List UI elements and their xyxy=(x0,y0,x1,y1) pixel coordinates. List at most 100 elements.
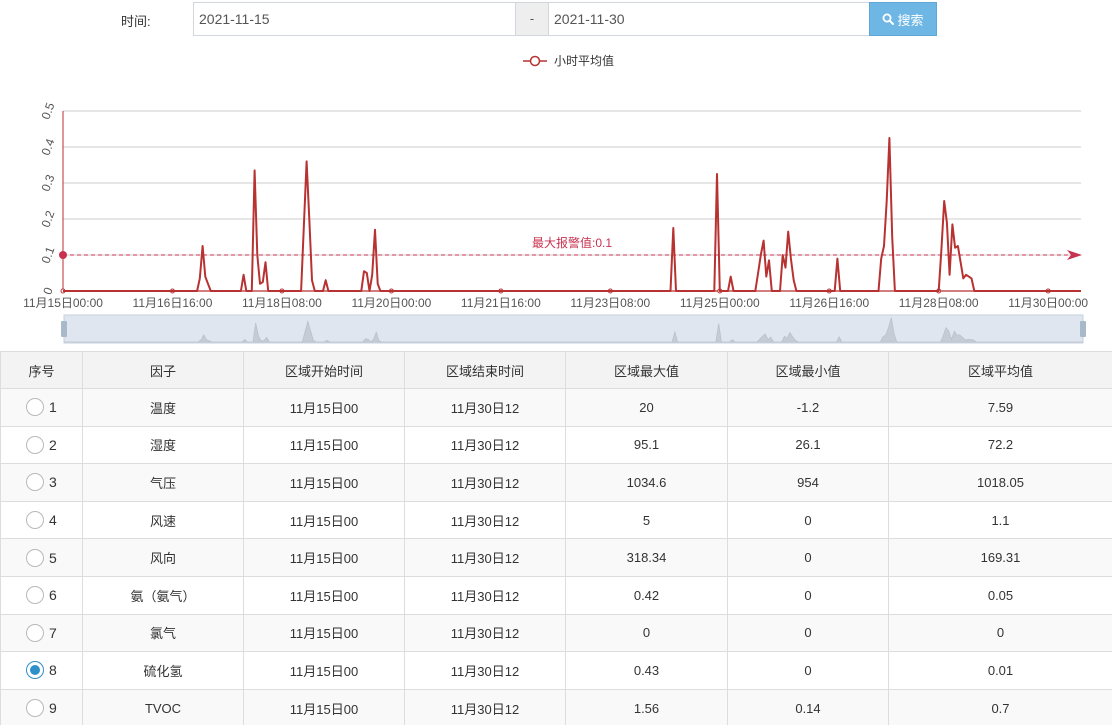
row-radio[interactable] xyxy=(26,699,44,718)
start-date-input[interactable] xyxy=(193,2,516,36)
y-tick-label: 0.2 xyxy=(39,208,58,229)
row-radio[interactable] xyxy=(26,661,44,680)
table-header: 序号 因子 区域开始时间 区域结束时间 区域最大值 区域最小值 区域平均值 xyxy=(0,351,1112,389)
avg-value-cell: 1018.05 xyxy=(888,463,1112,502)
row-number-cell[interactable]: 5 xyxy=(0,538,83,577)
column-header-start-time[interactable]: 区域开始时间 xyxy=(243,351,405,389)
end-time-cell: 11月30日12 xyxy=(404,688,566,725)
factor-cell: 硫化氢 xyxy=(82,651,244,690)
max-value-cell: 0 xyxy=(565,613,728,653)
table-row[interactable]: 7 氯气 11月15日00 11月30日12 0 0 0 xyxy=(0,613,1112,653)
zoom-track[interactable] xyxy=(63,314,1084,344)
row-radio[interactable] xyxy=(26,398,44,417)
row-number-cell[interactable]: 7 xyxy=(0,613,83,653)
search-icon xyxy=(882,13,895,25)
table-row[interactable]: 6 氨（氨气） 11月15日00 11月30日12 0.42 0 0.05 xyxy=(0,575,1112,615)
column-header-factor[interactable]: 因子 xyxy=(82,351,244,389)
row-number-cell[interactable]: 8 xyxy=(0,651,83,690)
column-header-min[interactable]: 区域最小值 xyxy=(727,351,889,389)
end-time-cell: 11月30日12 xyxy=(404,575,566,615)
row-number-cell[interactable]: 4 xyxy=(0,500,83,540)
min-value-cell: 26.1 xyxy=(727,425,889,465)
max-value-cell: 1034.6 xyxy=(565,463,728,502)
mark-line-start-dot xyxy=(59,251,67,259)
search-bar: 时间: - 搜索 xyxy=(0,0,1112,40)
row-number: 9 xyxy=(49,700,57,717)
end-time-cell: 11月30日12 xyxy=(404,463,566,502)
avg-value-cell: 0.01 xyxy=(888,651,1112,690)
row-number: 5 xyxy=(49,549,57,566)
zoom-handle-left[interactable] xyxy=(61,321,67,337)
end-time-cell: 11月30日12 xyxy=(404,425,566,465)
column-header-no[interactable]: 序号 xyxy=(0,351,83,389)
x-tick-label: 11月20日00:00 xyxy=(351,296,431,310)
row-number-cell[interactable]: 9 xyxy=(0,688,83,725)
row-radio[interactable] xyxy=(26,473,44,492)
min-value-cell: 0 xyxy=(727,500,889,540)
avg-value-cell: 72.2 xyxy=(888,425,1112,465)
avg-value-cell: 0.05 xyxy=(888,575,1112,615)
x-tick-label: 11月23日08:00 xyxy=(570,296,650,310)
legend-label: 小时平均值 xyxy=(554,53,614,68)
column-header-end-time[interactable]: 区域结束时间 xyxy=(404,351,566,389)
y-tick-label: 0.3 xyxy=(39,172,58,193)
row-radio[interactable] xyxy=(26,586,44,605)
x-tick-label: 11月16日16:00 xyxy=(133,296,213,310)
table-row[interactable]: 8 硫化氢 11月15日00 11月30日12 0.43 0 0.01 xyxy=(0,651,1112,690)
zoom-handle-right[interactable] xyxy=(1080,321,1086,337)
row-number: 1 xyxy=(49,399,57,416)
end-date-input[interactable] xyxy=(548,2,870,36)
series-line xyxy=(63,137,1081,292)
min-value-cell: 954 xyxy=(727,463,889,502)
chart-container: 小时平均值 0 0.1 0.2 0.3 0.4 0.5 11月15日00:00 11月16日… xyxy=(0,44,1112,346)
x-tick-label: 11月25日00:00 xyxy=(680,296,760,310)
table-row[interactable]: 9 TVOC 11月15日00 11月30日12 1.56 0.14 0.7 xyxy=(0,688,1112,725)
row-radio[interactable] xyxy=(26,548,44,567)
row-number: 2 xyxy=(49,436,57,453)
y-tick-label: 0.1 xyxy=(39,244,58,265)
start-time-cell: 11月15日00 xyxy=(243,538,405,577)
alarm-mark-line: 最大报警值:0.1 xyxy=(59,235,1082,260)
row-radio[interactable] xyxy=(26,435,44,454)
start-time-cell: 11月15日00 xyxy=(243,613,405,653)
min-value-cell: 0.14 xyxy=(727,688,889,725)
y-tick-label: 0.4 xyxy=(39,136,58,157)
y-tick-label: 0 xyxy=(40,285,56,296)
avg-value-cell: 0 xyxy=(888,613,1112,653)
row-number-cell[interactable]: 1 xyxy=(0,388,83,427)
row-radio[interactable] xyxy=(26,623,44,642)
row-number-cell[interactable]: 3 xyxy=(0,463,83,502)
row-radio[interactable] xyxy=(26,511,44,530)
avg-value-cell: 0.7 xyxy=(888,688,1112,725)
table-row[interactable]: 5 风向 11月15日00 11月30日12 318.34 0 169.31 xyxy=(0,538,1112,577)
row-number: 3 xyxy=(49,474,57,491)
row-number-cell[interactable]: 2 xyxy=(0,425,83,465)
chart-legend[interactable]: 小时平均值 xyxy=(523,53,614,68)
start-time-cell: 11月15日00 xyxy=(243,500,405,540)
table-row[interactable]: 4 风速 11月15日00 11月30日12 5 0 1.1 xyxy=(0,500,1112,540)
row-number-cell[interactable]: 6 xyxy=(0,575,83,615)
max-value-cell: 20 xyxy=(565,388,728,427)
x-tick-label: 11月28日08:00 xyxy=(899,296,979,310)
table-row[interactable]: 2 湿度 11月15日00 11月30日12 95.1 26.1 72.2 xyxy=(0,425,1112,465)
mark-line-label: 最大报警值:0.1 xyxy=(532,235,612,250)
table-row[interactable]: 1 温度 11月15日00 11月30日12 20 -1.2 7.59 xyxy=(0,388,1112,427)
x-tick-label: 11月21日16:00 xyxy=(461,296,541,310)
max-value-cell: 318.34 xyxy=(565,538,728,577)
max-value-cell: 0.42 xyxy=(565,575,728,615)
search-button[interactable]: 搜索 xyxy=(869,2,937,36)
end-time-cell: 11月30日12 xyxy=(404,500,566,540)
max-value-cell: 0.43 xyxy=(565,651,728,690)
table-row[interactable]: 3 气压 11月15日00 11月30日12 1034.6 954 1018.05 xyxy=(0,463,1112,502)
start-time-cell: 11月15日00 xyxy=(243,651,405,690)
search-button-label: 搜索 xyxy=(897,12,924,28)
start-time-cell: 11月15日00 xyxy=(243,688,405,725)
column-header-avg[interactable]: 区域平均值 xyxy=(888,351,1112,389)
max-value-cell: 1.56 xyxy=(565,688,728,725)
time-label: 时间: xyxy=(121,14,151,29)
data-zoom-slider[interactable] xyxy=(61,314,1086,344)
column-header-max[interactable]: 区域最大值 xyxy=(565,351,728,389)
x-tick-label: 11月30日00:00 xyxy=(1008,296,1088,310)
row-number: 6 xyxy=(49,587,57,604)
factor-cell: 湿度 xyxy=(82,425,244,465)
